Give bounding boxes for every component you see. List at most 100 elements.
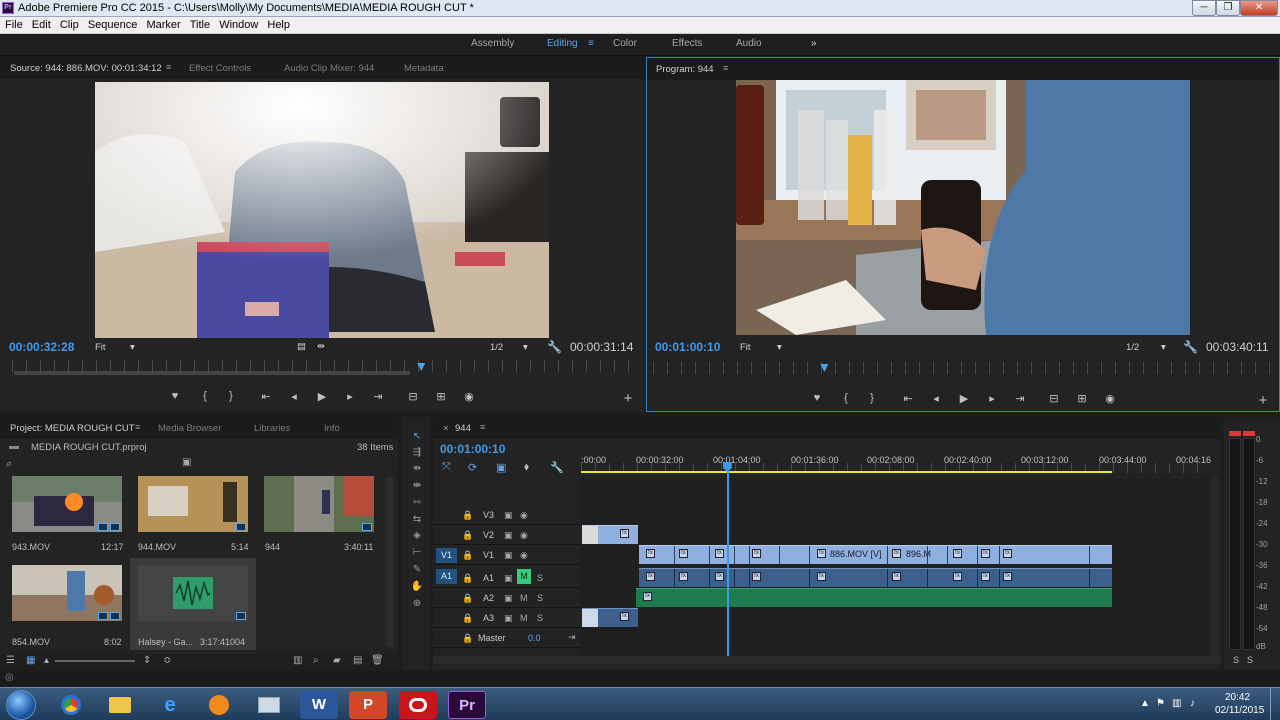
program-play-icon[interactable]: ▶	[955, 392, 973, 405]
solo-right-button[interactable]: S	[1247, 655, 1253, 665]
lock-icon[interactable]: 🔒	[462, 510, 473, 529]
solo-a2-button[interactable]: S	[537, 593, 543, 612]
source-go-to-in-icon[interactable]: ⇤	[257, 390, 275, 403]
new-bin-from-search-icon[interactable]: ▣	[182, 457, 191, 468]
program-panel-menu-icon[interactable]: ≡	[723, 63, 728, 73]
clip-a3-white[interactable]	[582, 608, 598, 627]
clip-a1-sequence[interactable]: fx fx fx fx fx fx fx fx fx	[639, 568, 1112, 588]
timeline-settings-wrench-icon[interactable]: 🔧	[550, 461, 564, 474]
workspace-effects[interactable]: Effects	[672, 38, 702, 49]
source-mark-out-icon[interactable]: }	[222, 390, 240, 402]
action-center-flag-icon[interactable]: ⚑	[1156, 698, 1165, 709]
peak-indicator-left[interactable]	[1229, 431, 1241, 436]
timeline-playhead[interactable]	[726, 462, 729, 656]
sync-lock-icon[interactable]: ▣	[504, 593, 513, 612]
track-select-tool-icon[interactable]: ⇶	[410, 447, 424, 459]
find-icon[interactable]: ⌕	[313, 655, 319, 666]
source-drag-video-icon[interactable]: ▤	[297, 341, 306, 352]
master-volume-value[interactable]: 0.0	[528, 633, 541, 652]
source-step-back-icon[interactable]: ◂	[285, 390, 303, 403]
workspace-audio[interactable]: Audio	[736, 38, 762, 49]
source-export-frame-icon[interactable]: ◉	[460, 390, 478, 403]
menu-window[interactable]: Window	[214, 17, 258, 31]
tab-info[interactable]: Info	[324, 423, 340, 434]
mute-a2-button[interactable]: M	[520, 593, 528, 612]
go-to-next-icon[interactable]: ⇥	[568, 632, 576, 651]
automate-to-sequence-icon[interactable]: ▥	[293, 655, 302, 666]
eye-icon[interactable]: ◉	[520, 550, 528, 569]
marker-icon[interactable]: ⬧	[524, 461, 529, 474]
source-fit-dropdown[interactable]: Fit	[95, 342, 106, 353]
sync-lock-icon[interactable]: ▣	[504, 510, 513, 529]
project-scrollbar[interactable]	[386, 477, 394, 647]
source-step-forward-icon[interactable]: ▸	[341, 390, 359, 403]
menu-marker[interactable]: Marker	[141, 17, 180, 31]
chrome-icon[interactable]	[52, 691, 90, 719]
tab-project[interactable]: Project: MEDIA ROUGH CUT	[10, 423, 135, 434]
show-desktop-button[interactable]	[1270, 688, 1280, 720]
workspace-assembly[interactable]: Assembly	[471, 38, 514, 49]
ripple-edit-tool-icon[interactable]: ⇻	[410, 463, 424, 475]
program-timecode[interactable]: 00:01:00:10	[655, 340, 720, 354]
program-extract-icon[interactable]: ⊞	[1073, 392, 1091, 405]
volume-icon[interactable]: ♪	[1190, 698, 1195, 709]
adobe-creative-cloud-icon[interactable]	[399, 691, 437, 719]
menu-edit[interactable]: Edit	[27, 17, 51, 31]
lock-icon[interactable]: 🔒	[462, 573, 473, 592]
sort-icons-icon[interactable]: ⇕	[143, 655, 151, 666]
project-panel-menu-icon[interactable]: ≡	[135, 422, 140, 432]
pen-tool-icon[interactable]: ✎	[410, 564, 424, 576]
premiere-pro-taskbar-icon[interactable]: Pr	[448, 691, 486, 719]
track-area[interactable]	[581, 478, 1209, 656]
program-add-marker-icon[interactable]: ♥	[808, 392, 826, 404]
lock-icon[interactable]: 🔒	[462, 593, 473, 612]
media-player-icon[interactable]	[200, 691, 238, 719]
internet-explorer-icon[interactable]: e	[151, 691, 189, 719]
program-lift-icon[interactable]: ⊟	[1045, 392, 1063, 405]
tab-metadata[interactable]: Metadata	[404, 63, 444, 74]
workspace-overflow-icon[interactable]: »	[811, 38, 817, 49]
menu-clip[interactable]: Clip	[55, 17, 79, 31]
source-button-editor-icon[interactable]: +	[619, 390, 637, 407]
timeline-vertical-scrollbar[interactable]	[1211, 478, 1219, 656]
clip-v2-white[interactable]	[582, 525, 598, 544]
razor-tool-icon[interactable]: ⇆	[410, 514, 424, 526]
rolling-edit-tool-icon[interactable]: ⇼	[410, 480, 424, 492]
workspace-color[interactable]: Color	[613, 38, 637, 49]
minimize-button[interactable]: ─	[1192, 0, 1216, 16]
solo-a1-button[interactable]: S	[537, 573, 543, 592]
file-explorer-icon[interactable]	[101, 691, 139, 719]
network-icon[interactable]: ▥	[1172, 698, 1181, 709]
menu-help[interactable]: Help	[262, 17, 290, 31]
new-item-icon[interactable]: ▤	[353, 655, 362, 666]
slip-tool-icon[interactable]: ◈	[410, 530, 424, 542]
program-resolution-chevron-icon[interactable]: ▾	[1161, 342, 1166, 353]
selection-tool-icon[interactable]: ↖	[410, 431, 424, 443]
sync-lock-icon[interactable]: ▣	[504, 573, 513, 592]
hand-tool-icon[interactable]: ✋	[410, 581, 424, 593]
eye-icon[interactable]: ◉	[520, 530, 528, 549]
sync-lock-icon[interactable]: ▣	[504, 550, 513, 569]
list-view-icon[interactable]: ☰	[6, 655, 15, 666]
search-icon[interactable]: ⌕	[6, 458, 12, 471]
tab-libraries[interactable]: Libraries	[254, 423, 290, 434]
program-button-editor-icon[interactable]: +	[1254, 392, 1272, 409]
lock-icon[interactable]: 🔒	[462, 613, 473, 632]
lock-icon[interactable]: 🔒	[462, 550, 473, 569]
lock-icon[interactable]: 🔒	[462, 530, 473, 549]
thumbnail-zoom-slider[interactable]	[55, 660, 135, 662]
program-video-frame[interactable]	[736, 80, 1190, 335]
linked-selection-icon[interactable]: ⟳	[468, 461, 477, 474]
source-go-to-out-icon[interactable]: ⇥	[369, 390, 387, 403]
menu-sequence[interactable]: Sequence	[83, 17, 138, 31]
source-video-frame[interactable]	[95, 82, 549, 338]
solo-left-button[interactable]: S	[1233, 655, 1239, 665]
source-mark-in-icon[interactable]: {	[196, 390, 214, 402]
project-thumbnail-halsey[interactable]	[138, 565, 248, 621]
clip-v2[interactable]: fx	[598, 525, 638, 544]
source-panel-menu-icon[interactable]: ≡	[166, 62, 171, 72]
program-step-back-icon[interactable]: ◂	[927, 392, 945, 405]
program-settings-wrench-icon[interactable]: 🔧	[1183, 340, 1198, 354]
program-time-ruler[interactable]	[653, 362, 1273, 374]
tab-sequence-944[interactable]: 944	[455, 423, 471, 434]
